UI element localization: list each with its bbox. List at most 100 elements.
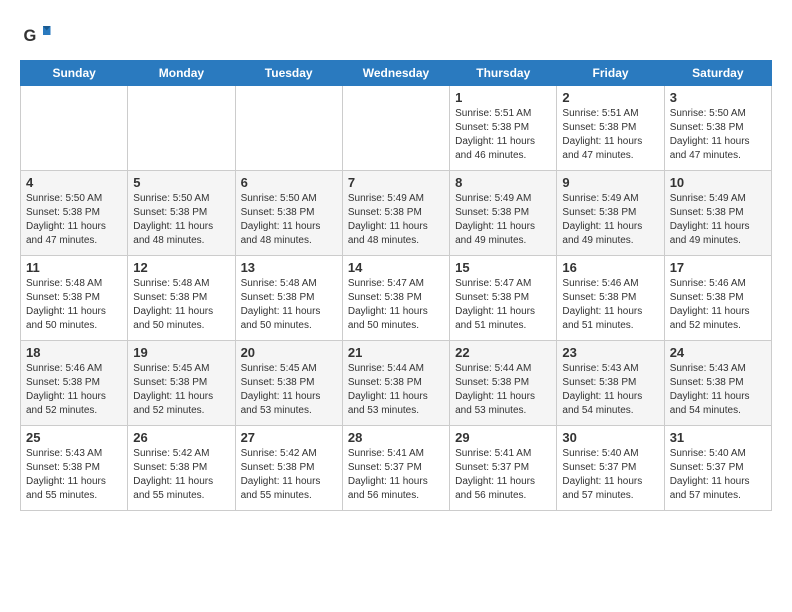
day-info: Sunrise: 5:40 AM Sunset: 5:37 PM Dayligh… <box>562 447 658 503</box>
day-number: 26 <box>133 430 229 445</box>
day-info: Sunrise: 5:50 AM Sunset: 5:38 PM Dayligh… <box>241 192 337 248</box>
day-info: Sunrise: 5:50 AM Sunset: 5:38 PM Dayligh… <box>133 192 229 248</box>
day-info: Sunrise: 5:43 AM Sunset: 5:38 PM Dayligh… <box>670 362 766 418</box>
day-number: 15 <box>455 260 551 275</box>
calendar-cell <box>128 86 235 171</box>
day-info: Sunrise: 5:50 AM Sunset: 5:38 PM Dayligh… <box>670 107 766 163</box>
calendar-cell: 2 Sunrise: 5:51 AM Sunset: 5:38 PM Daylig… <box>557 86 664 171</box>
calendar-cell: 15 Sunrise: 5:47 AM Sunset: 5:38 PM Dayli… <box>450 256 557 341</box>
day-header-sunday: Sunday <box>21 61 128 86</box>
calendar-cell: 26 Sunrise: 5:42 AM Sunset: 5:38 PM Dayli… <box>128 426 235 511</box>
calendar-cell: 27 Sunrise: 5:42 AM Sunset: 5:38 PM Dayli… <box>235 426 342 511</box>
day-info: Sunrise: 5:45 AM Sunset: 5:38 PM Dayligh… <box>133 362 229 418</box>
day-header-saturday: Saturday <box>664 61 771 86</box>
day-info: Sunrise: 5:51 AM Sunset: 5:38 PM Dayligh… <box>455 107 551 163</box>
calendar-cell: 7Sunrise: 5:49 AM Sunset: 5:38 PM Daylig… <box>342 171 449 256</box>
calendar-cell: 4 Sunrise: 5:50 AM Sunset: 5:38 PM Daylig… <box>21 171 128 256</box>
day-header-tuesday: Tuesday <box>235 61 342 86</box>
calendar-cell <box>342 86 449 171</box>
day-header-wednesday: Wednesday <box>342 61 449 86</box>
calendar-week-row: 18 Sunrise: 5:46 AM Sunset: 5:38 PM Dayli… <box>21 341 772 426</box>
day-number: 8 <box>455 175 551 190</box>
day-number: 31 <box>670 430 766 445</box>
calendar-week-row: 1Sunrise: 5:51 AM Sunset: 5:38 PM Daylig… <box>21 86 772 171</box>
calendar-cell: 5 Sunrise: 5:50 AM Sunset: 5:38 PM Daylig… <box>128 171 235 256</box>
calendar-cell: 21 Sunrise: 5:44 AM Sunset: 5:38 PM Dayli… <box>342 341 449 426</box>
calendar-cell: 30 Sunrise: 5:40 AM Sunset: 5:37 PM Dayli… <box>557 426 664 511</box>
day-number: 13 <box>241 260 337 275</box>
day-info: Sunrise: 5:47 AM Sunset: 5:38 PM Dayligh… <box>455 277 551 333</box>
day-info: Sunrise: 5:48 AM Sunset: 5:38 PM Dayligh… <box>241 277 337 333</box>
day-number: 5 <box>133 175 229 190</box>
day-info: Sunrise: 5:42 AM Sunset: 5:38 PM Dayligh… <box>241 447 337 503</box>
day-info: Sunrise: 5:45 AM Sunset: 5:38 PM Dayligh… <box>241 362 337 418</box>
day-number: 3 <box>670 90 766 105</box>
calendar-cell: 13 Sunrise: 5:48 AM Sunset: 5:38 PM Dayli… <box>235 256 342 341</box>
calendar-cell: 17 Sunrise: 5:46 AM Sunset: 5:38 PM Dayli… <box>664 256 771 341</box>
day-number: 28 <box>348 430 444 445</box>
calendar-header-row: SundayMondayTuesdayWednesdayThursdayFrid… <box>21 61 772 86</box>
day-number: 2 <box>562 90 658 105</box>
day-info: Sunrise: 5:44 AM Sunset: 5:38 PM Dayligh… <box>348 362 444 418</box>
calendar-cell <box>235 86 342 171</box>
day-number: 9 <box>562 175 658 190</box>
day-info: Sunrise: 5:40 AM Sunset: 5:37 PM Dayligh… <box>670 447 766 503</box>
calendar-cell: 24 Sunrise: 5:43 AM Sunset: 5:38 PM Dayli… <box>664 341 771 426</box>
day-info: Sunrise: 5:46 AM Sunset: 5:38 PM Dayligh… <box>562 277 658 333</box>
day-header-monday: Monday <box>128 61 235 86</box>
day-info: Sunrise: 5:50 AM Sunset: 5:38 PM Dayligh… <box>26 192 122 248</box>
logo-icon: G <box>22 20 52 50</box>
calendar-week-row: 25 Sunrise: 5:43 AM Sunset: 5:38 PM Dayli… <box>21 426 772 511</box>
day-number: 10 <box>670 175 766 190</box>
day-number: 29 <box>455 430 551 445</box>
calendar-cell: 9Sunrise: 5:49 AM Sunset: 5:38 PM Daylig… <box>557 171 664 256</box>
day-header-friday: Friday <box>557 61 664 86</box>
calendar-cell: 22Sunrise: 5:44 AM Sunset: 5:38 PM Dayli… <box>450 341 557 426</box>
day-number: 30 <box>562 430 658 445</box>
day-number: 23 <box>562 345 658 360</box>
day-header-thursday: Thursday <box>450 61 557 86</box>
calendar-cell: 31 Sunrise: 5:40 AM Sunset: 5:37 PM Dayli… <box>664 426 771 511</box>
day-number: 17 <box>670 260 766 275</box>
calendar-cell: 20 Sunrise: 5:45 AM Sunset: 5:38 PM Dayli… <box>235 341 342 426</box>
day-number: 7 <box>348 175 444 190</box>
calendar-cell: 1Sunrise: 5:51 AM Sunset: 5:38 PM Daylig… <box>450 86 557 171</box>
calendar-cell: 6 Sunrise: 5:50 AM Sunset: 5:38 PM Daylig… <box>235 171 342 256</box>
logo: G <box>20 20 52 50</box>
day-number: 20 <box>241 345 337 360</box>
day-info: Sunrise: 5:41 AM Sunset: 5:37 PM Dayligh… <box>455 447 551 503</box>
day-number: 25 <box>26 430 122 445</box>
calendar-cell: 10 Sunrise: 5:49 AM Sunset: 5:38 PM Dayli… <box>664 171 771 256</box>
day-number: 27 <box>241 430 337 445</box>
day-number: 11 <box>26 260 122 275</box>
day-info: Sunrise: 5:51 AM Sunset: 5:38 PM Dayligh… <box>562 107 658 163</box>
day-info: Sunrise: 5:43 AM Sunset: 5:38 PM Dayligh… <box>26 447 122 503</box>
day-info: Sunrise: 5:43 AM Sunset: 5:38 PM Dayligh… <box>562 362 658 418</box>
calendar-cell: 12Sunrise: 5:48 AM Sunset: 5:38 PM Dayli… <box>128 256 235 341</box>
calendar-week-row: 11 Sunrise: 5:48 AM Sunset: 5:38 PM Dayli… <box>21 256 772 341</box>
day-info: Sunrise: 5:49 AM Sunset: 5:38 PM Dayligh… <box>670 192 766 248</box>
day-number: 19 <box>133 345 229 360</box>
calendar-week-row: 4 Sunrise: 5:50 AM Sunset: 5:38 PM Daylig… <box>21 171 772 256</box>
day-info: Sunrise: 5:46 AM Sunset: 5:38 PM Dayligh… <box>26 362 122 418</box>
calendar-cell: 19 Sunrise: 5:45 AM Sunset: 5:38 PM Dayli… <box>128 341 235 426</box>
calendar-cell: 29 Sunrise: 5:41 AM Sunset: 5:37 PM Dayli… <box>450 426 557 511</box>
calendar-cell: 3 Sunrise: 5:50 AM Sunset: 5:38 PM Daylig… <box>664 86 771 171</box>
calendar-cell: 14Sunrise: 5:47 AM Sunset: 5:38 PM Dayli… <box>342 256 449 341</box>
day-info: Sunrise: 5:48 AM Sunset: 5:38 PM Dayligh… <box>26 277 122 333</box>
day-number: 12 <box>133 260 229 275</box>
calendar-cell: 18 Sunrise: 5:46 AM Sunset: 5:38 PM Dayli… <box>21 341 128 426</box>
day-number: 6 <box>241 175 337 190</box>
day-info: Sunrise: 5:46 AM Sunset: 5:38 PM Dayligh… <box>670 277 766 333</box>
day-number: 18 <box>26 345 122 360</box>
calendar-table: SundayMondayTuesdayWednesdayThursdayFrid… <box>20 60 772 511</box>
day-number: 21 <box>348 345 444 360</box>
calendar-cell: 28Sunrise: 5:41 AM Sunset: 5:37 PM Dayli… <box>342 426 449 511</box>
calendar-cell: 23 Sunrise: 5:43 AM Sunset: 5:38 PM Dayli… <box>557 341 664 426</box>
day-info: Sunrise: 5:44 AM Sunset: 5:38 PM Dayligh… <box>455 362 551 418</box>
day-number: 24 <box>670 345 766 360</box>
day-info: Sunrise: 5:42 AM Sunset: 5:38 PM Dayligh… <box>133 447 229 503</box>
day-number: 4 <box>26 175 122 190</box>
calendar-cell: 16Sunrise: 5:46 AM Sunset: 5:38 PM Dayli… <box>557 256 664 341</box>
day-info: Sunrise: 5:49 AM Sunset: 5:38 PM Dayligh… <box>455 192 551 248</box>
